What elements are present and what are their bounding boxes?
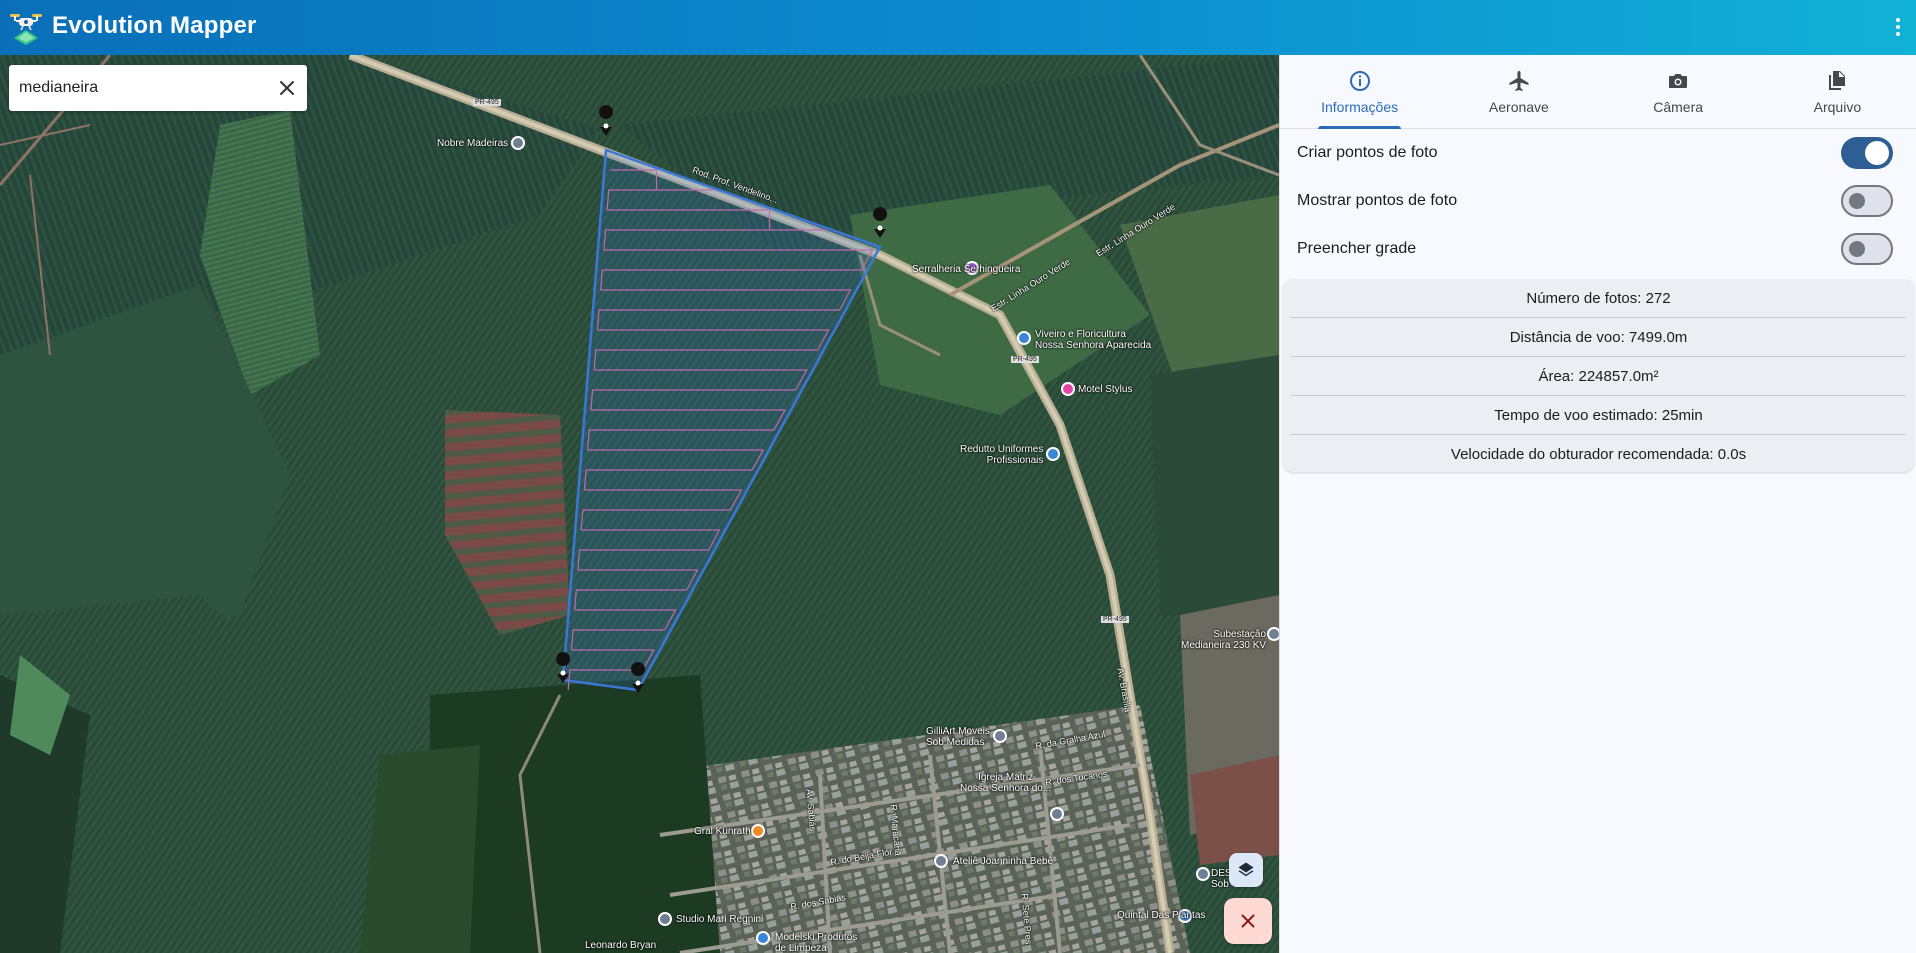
stat-flight-time: Tempo de voo estimado: 25min <box>1291 396 1906 435</box>
satellite-map <box>0 55 1279 953</box>
toggle-label: Preencher grade <box>1297 240 1417 257</box>
preencher-grade-switch[interactable] <box>1841 233 1893 265</box>
map-road-label: PR-495 <box>473 99 501 106</box>
map-road-label: PR-495 <box>1101 616 1129 623</box>
map-place-label: Studio Mari Regnini <box>676 914 764 925</box>
map-place-label: Igreja Matriz Nossa Senhora do... <box>960 772 1052 794</box>
layers-icon <box>1238 862 1254 877</box>
stat-photo-count: Número de fotos: 272 <box>1291 279 1906 318</box>
flight-stats-card: Número de fotos: 272 Distância de voo: 7… <box>1283 279 1914 472</box>
map-road-label: PR-495 <box>1011 356 1039 363</box>
tab-bar: Informações Aeronave Câmera Arquivo <box>1280 55 1916 129</box>
camera-icon <box>1669 74 1688 88</box>
tab-informacoes[interactable]: Informações <box>1280 55 1439 129</box>
tab-label: Câmera <box>1653 99 1704 115</box>
stat-flight-distance: Distância de voo: 7499.0m <box>1291 318 1906 357</box>
map-place-label: Nobre Madeiras <box>437 138 509 149</box>
info-icon <box>1349 71 1370 91</box>
map-place-label: Modelski Produtos de Limpeza <box>775 932 858 953</box>
layers-button[interactable] <box>1229 853 1263 887</box>
map-place-label: Redutto Uniformes Profissionais <box>960 444 1044 466</box>
side-panel: Informações Aeronave Câmera Arquivo Cria… <box>1279 55 1916 953</box>
close-button[interactable] <box>1224 898 1272 944</box>
more-menu-icon[interactable] <box>1888 13 1908 41</box>
map-place-label: GilliArt Moveis Sob Medidas <box>926 726 990 748</box>
map-view[interactable]: Nobre Madeiras Serralheria Serhingueira … <box>0 55 1279 953</box>
map-place-label: Serralheria Serhingueira <box>912 264 1021 275</box>
map-place-label: Viveiro e Floricultura Nossa Senhora Apa… <box>1035 329 1152 351</box>
drone-logo-icon <box>10 14 42 45</box>
tab-label: Informações <box>1321 99 1399 115</box>
map-place-label: Ateliê Joanninha Bebê <box>953 856 1054 867</box>
tab-arquivo[interactable]: Arquivo <box>1758 55 1916 128</box>
tab-camera[interactable]: Câmera <box>1599 55 1758 128</box>
app-bar: Evolution Mapper <box>0 0 1916 55</box>
stat-shutter-speed: Velocidade do obturador recomendada: 0.0… <box>1450 446 1747 463</box>
toggle-row-preencher-grade: Preencher grade <box>1280 225 1916 273</box>
mostrar-pontos-switch[interactable] <box>1841 185 1893 217</box>
toggle-label: Mostrar pontos de foto <box>1297 192 1458 209</box>
map-place-label: Subestação Medianeira 230 KV <box>1181 629 1267 651</box>
search-input[interactable] <box>19 65 269 111</box>
map-place-label: Motel Stylus <box>1078 384 1133 395</box>
close-icon[interactable] <box>275 76 299 100</box>
app-title: Evolution Mapper <box>52 12 257 39</box>
tab-aeronave[interactable]: Aeronave <box>1439 55 1598 128</box>
tab-label: Arquivo <box>1813 99 1862 115</box>
map-place-label: Gral Kunrath <box>694 826 751 837</box>
search-box <box>9 65 307 111</box>
map-place-label: Leonardo Bryan <box>585 940 657 951</box>
file-icon <box>1829 71 1846 90</box>
toggle-row-criar-pontos: Criar pontos de foto <box>1280 129 1916 177</box>
map-place-label: Quintal Das Plantas <box>1117 910 1206 921</box>
tab-label: Aeronave <box>1488 99 1549 115</box>
toggle-row-mostrar-pontos: Mostrar pontos de foto <box>1280 177 1916 225</box>
airplane-icon <box>1509 71 1529 91</box>
stat-area: Área: 224857.0m² <box>1291 357 1906 396</box>
toggle-label: Criar pontos de foto <box>1297 144 1438 161</box>
close-icon <box>1241 914 1255 928</box>
criar-pontos-switch[interactable] <box>1841 137 1893 169</box>
